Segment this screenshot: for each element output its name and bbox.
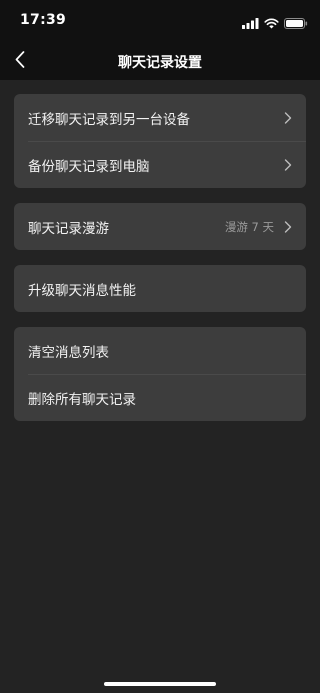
roaming-duration-value: 漫游 7 天 [224,219,274,234]
signal-icon [242,14,259,33]
status-time: 17:39 [20,12,67,28]
row-backup-to-computer[interactable]: 备份聊天记录到电脑 [14,141,306,188]
chevron-right-icon [284,220,292,233]
wifi-icon [264,14,279,33]
status-icons [242,14,308,33]
page-title: 聊天记录设置 [118,55,202,71]
battery-icon [284,14,308,33]
row-migrate-chat-history[interactable]: 迁移聊天记录到另一台设备 [14,94,306,141]
row-clear-message-list[interactable]: 清空消息列表 [14,327,306,374]
settings-group-roaming: 聊天记录漫游 漫游 7 天 [14,203,306,250]
settings-group-clear: 清空消息列表 删除所有聊天记录 [14,327,306,421]
row-delete-all-chat-history[interactable]: 删除所有聊天记录 [14,374,306,421]
row-label: 聊天记录漫游 [28,220,109,237]
settings-group-performance: 升级聊天消息性能 [14,265,306,312]
navigation-bar: 聊天记录设置 [0,44,320,80]
chevron-right-icon [284,158,292,171]
home-indicator [104,682,216,686]
row-label: 升级聊天消息性能 [28,282,136,299]
status-bar: 17:39 [0,0,320,44]
row-label: 备份聊天记录到电脑 [28,158,150,175]
row-label: 迁移聊天记录到另一台设备 [28,111,190,128]
settings-group-transfer: 迁移聊天记录到另一台设备 备份聊天记录到电脑 [14,94,306,188]
row-label: 删除所有聊天记录 [28,391,136,408]
row-label: 清空消息列表 [28,344,109,361]
row-upgrade-chat-performance[interactable]: 升级聊天消息性能 [14,265,306,312]
chevron-right-icon [284,111,292,124]
row-chat-roaming[interactable]: 聊天记录漫游 漫游 7 天 [14,203,306,250]
